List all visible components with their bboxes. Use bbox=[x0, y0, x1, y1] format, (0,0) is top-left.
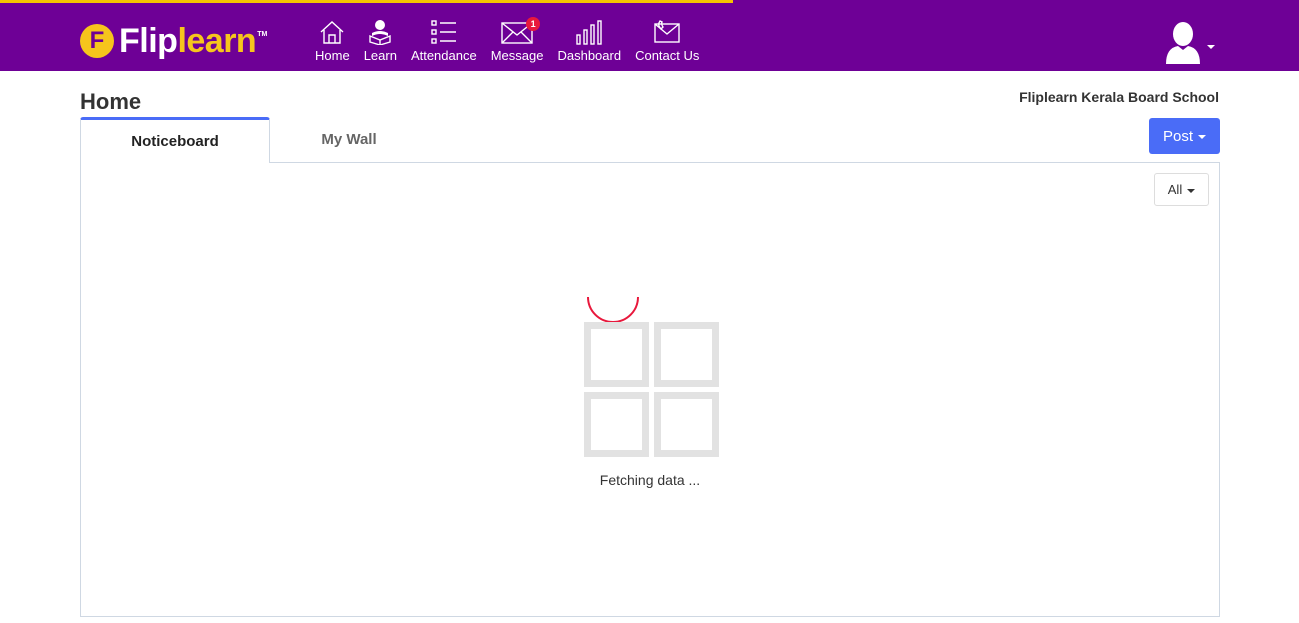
user-menu[interactable] bbox=[1164, 20, 1215, 69]
nav-attendance[interactable]: Attendance bbox=[411, 17, 477, 65]
tab-bar: Noticeboard My Wall bbox=[80, 117, 428, 163]
logo-wordmark: Fliplearn bbox=[119, 22, 257, 60]
nav-contact-us-label: Contact Us bbox=[635, 48, 700, 63]
nav-message[interactable]: 1 Message bbox=[490, 17, 544, 65]
loading-spinner-icon bbox=[584, 296, 719, 457]
filter-selected-label: All bbox=[1167, 182, 1183, 197]
tab-noticeboard[interactable]: Noticeboard bbox=[80, 117, 270, 163]
chevron-down-icon bbox=[1187, 188, 1196, 193]
post-button[interactable]: Post bbox=[1149, 118, 1220, 154]
nav-dashboard[interactable]: Dashboard bbox=[557, 17, 621, 65]
nav-home-label: Home bbox=[315, 48, 350, 63]
main-nav: Home Learn Attendance 1 Message Dashboar… bbox=[315, 17, 713, 65]
nav-attendance-label: Attendance bbox=[410, 48, 477, 63]
noticeboard-panel: All Fetching data ... bbox=[80, 162, 1220, 617]
home-icon bbox=[319, 17, 345, 47]
nav-learn[interactable]: Learn bbox=[364, 17, 397, 65]
logo-trademark: TM bbox=[257, 31, 268, 38]
learn-icon bbox=[367, 17, 393, 47]
loading-message: Fetching data ... bbox=[599, 472, 701, 488]
nav-message-label: Message bbox=[490, 48, 544, 63]
bar-chart-icon bbox=[575, 17, 603, 47]
chevron-down-icon bbox=[1198, 135, 1206, 139]
attendance-list-icon bbox=[430, 17, 458, 47]
chevron-down-icon bbox=[1207, 44, 1215, 49]
logo-badge: F bbox=[80, 24, 114, 58]
tab-my-wall[interactable]: My Wall bbox=[270, 117, 428, 163]
nav-contact-us[interactable]: Contact Us bbox=[635, 17, 699, 65]
message-count-badge: 1 bbox=[526, 17, 541, 31]
loading-animation bbox=[583, 296, 723, 457]
contact-envelope-icon bbox=[653, 17, 681, 47]
nav-home[interactable]: Home bbox=[315, 17, 350, 65]
fliplearn-logo[interactable]: F Fliplearn TM bbox=[80, 22, 267, 60]
envelope-icon: 1 bbox=[501, 17, 541, 47]
school-name: Fliplearn Kerala Board School bbox=[1019, 89, 1219, 105]
filter-dropdown[interactable]: All bbox=[1154, 173, 1209, 206]
page-load-progress-bar bbox=[0, 0, 733, 3]
page-title: Home bbox=[80, 89, 142, 114]
post-button-label: Post bbox=[1162, 127, 1193, 145]
nav-dashboard-label: Dashboard bbox=[557, 48, 622, 63]
user-avatar-icon bbox=[1164, 20, 1202, 69]
nav-learn-label: Learn bbox=[363, 48, 397, 63]
top-navbar: F Fliplearn TM Home Learn Attendance 1 M… bbox=[0, 0, 1299, 71]
